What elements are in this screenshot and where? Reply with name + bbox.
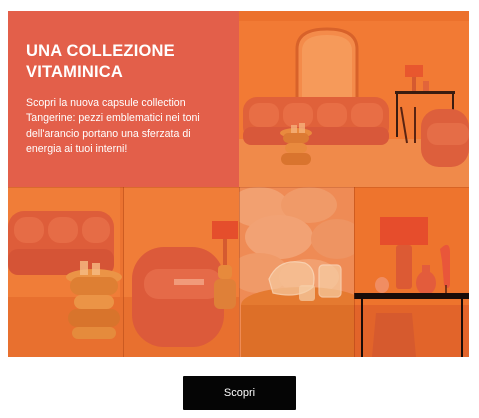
vase-detail-illustration	[239, 187, 354, 357]
promo-panel: UNA COLLEZIONE VITAMINICA Scopri la nuov…	[8, 11, 239, 187]
console-lamp-illustration	[354, 187, 469, 357]
sofa-detail-glass-vase-image[interactable]	[239, 187, 354, 357]
console-table-lamp-bird-image[interactable]	[354, 187, 469, 357]
living-room-sofa-mirror-image[interactable]	[239, 11, 469, 187]
grid-divider-vertical	[354, 187, 355, 357]
promo-title-line2: VITAMINICA	[26, 63, 124, 81]
promo-title: UNA COLLEZIONE VITAMINICA	[26, 41, 223, 83]
promo-title-line1: UNA COLLEZIONE	[26, 42, 175, 60]
collection-banner: UNA COLLEZIONE VITAMINICA Scopri la nuov…	[8, 11, 469, 357]
grid-divider-vertical	[239, 187, 240, 357]
scopri-button[interactable]: Scopri	[183, 376, 296, 410]
living-room-illustration	[239, 11, 469, 187]
grid-divider-vertical	[123, 187, 124, 357]
promo-description: Scopri la nuova capsule collection Tange…	[26, 97, 200, 156]
